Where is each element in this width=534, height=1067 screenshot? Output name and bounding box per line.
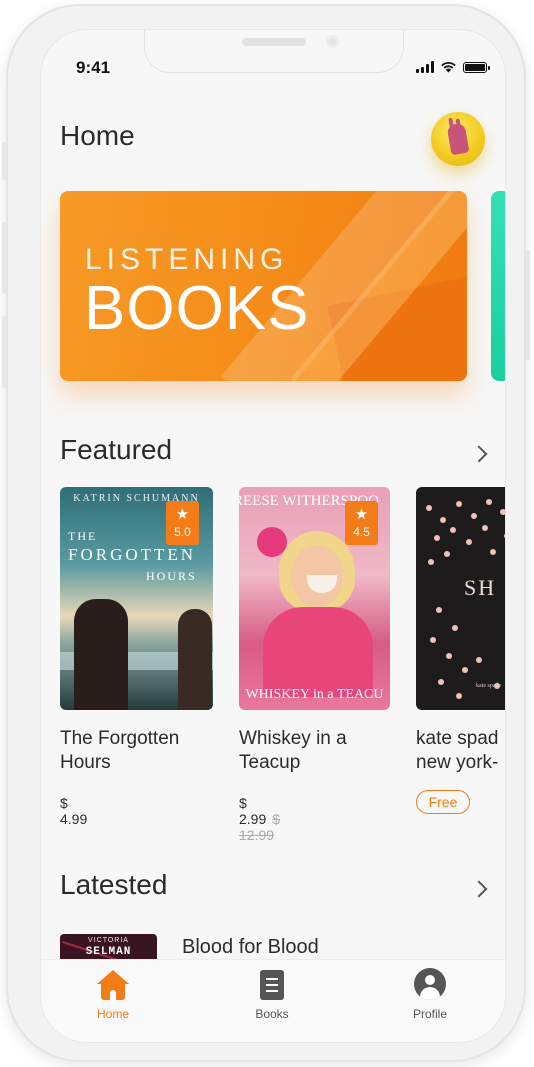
listening-books-banner[interactable]: LISTENING BOOKS	[60, 191, 467, 381]
tab-bar: Home Books Profile	[41, 959, 505, 1042]
tab-home[interactable]: Home	[63, 960, 163, 1042]
rating-badge: ★ 5.0	[166, 501, 199, 545]
confetti-dot	[438, 679, 444, 685]
silent-switch	[2, 142, 6, 180]
confetti-dot	[482, 525, 488, 531]
confetti-dot	[436, 607, 442, 613]
confetti-dot	[426, 505, 432, 511]
banner-line2: BOOKS	[84, 274, 310, 343]
free-badge: Free	[416, 790, 470, 814]
wifi-icon	[441, 62, 456, 73]
book-title: Whiskey in a Teacup	[239, 728, 347, 773]
volume-up-button	[2, 222, 6, 294]
next-banner-peek[interactable]	[491, 191, 505, 381]
book-price: $ 2.99 $ 12.99	[239, 795, 280, 843]
confetti-dot	[428, 559, 434, 565]
latest-title: Latested	[60, 869, 168, 900]
battery-icon	[463, 62, 490, 73]
volume-down-button	[2, 316, 6, 388]
cover-subtitle: WHISKEY in a TEACU	[245, 687, 384, 702]
star-icon: ★	[175, 505, 190, 523]
confetti-dot	[490, 549, 496, 555]
confetti-dot	[434, 535, 440, 541]
confetti-dot	[504, 533, 505, 539]
latest-chevron-right-icon[interactable]	[470, 880, 488, 898]
latest-book-title[interactable]: Blood for Blood	[182, 936, 319, 959]
confetti-dot	[494, 683, 500, 689]
notch	[144, 30, 404, 73]
cover-title-line2: FORGOTTEN	[68, 545, 197, 564]
book-price: $ 4.99	[60, 795, 88, 827]
cover-title: SH	[464, 575, 497, 600]
confetti-dot	[446, 653, 452, 659]
confetti-dot	[450, 527, 456, 533]
profile-icon	[414, 968, 446, 1000]
confetti-dot	[440, 517, 446, 523]
cover-title-line3: HOURS	[146, 569, 197, 583]
power-button	[526, 250, 530, 360]
confetti-dot	[471, 513, 477, 519]
avatar[interactable]	[431, 112, 485, 166]
speaker	[242, 38, 306, 46]
confetti-dot	[456, 693, 462, 699]
book-cover[interactable]: KATRIN SCHUMANN THE FORGOTTEN HOURS ★ 5.…	[60, 487, 213, 710]
tab-label: Home	[96, 1007, 129, 1021]
book-title: The Forgotten Hours	[60, 728, 180, 773]
status-time: 9:41	[76, 58, 111, 77]
cover-title-line1: THE	[68, 529, 98, 543]
tab-label: Books	[255, 1007, 289, 1021]
book-cover[interactable]: SH kate spade	[416, 487, 505, 710]
confetti-dot	[486, 499, 492, 505]
tab-label: Profile	[412, 1007, 447, 1021]
confetti-dot	[456, 501, 462, 507]
cover-author-last: SELMAN	[85, 946, 132, 958]
book-title: kate spad new york-	[416, 728, 499, 773]
confetti-dot	[466, 539, 472, 545]
cover-author-first: VICTORIA	[88, 937, 129, 944]
camera-icon	[326, 35, 339, 48]
hand-icon	[446, 122, 470, 156]
featured-title: Featured	[60, 434, 173, 465]
book-cover[interactable]: REESE WITHERSPOO WHISKEY in a TEACU ★ 4.…	[239, 487, 390, 710]
home-icon	[97, 970, 129, 1000]
confetti-dot	[476, 657, 482, 663]
confetti-dot	[452, 625, 458, 631]
featured-chevron-right-icon[interactable]	[470, 445, 488, 463]
books-icon	[260, 970, 284, 1000]
rating-badge: ★ 4.5	[345, 501, 378, 545]
phone-frame: 9:41 Home LISTENING BOOKS Featured KATRI…	[2, 4, 530, 1062]
tab-profile[interactable]: Profile	[380, 960, 480, 1042]
confetti-dot	[430, 637, 436, 643]
confetti-dot	[462, 667, 468, 673]
rating-value: 4.5	[353, 524, 370, 539]
banner-line1: LISTENING	[85, 243, 289, 276]
tab-books[interactable]: Books	[222, 960, 322, 1042]
status-icons	[416, 59, 490, 73]
star-icon: ★	[354, 505, 369, 523]
app-screen: 9:41 Home LISTENING BOOKS Featured KATRI…	[41, 30, 505, 1042]
signal-icon	[416, 61, 434, 73]
confetti-dot	[500, 509, 505, 515]
current-price: $ 2.99	[239, 795, 267, 827]
confetti-dot	[444, 551, 450, 557]
rating-value: 5.0	[174, 524, 191, 539]
page-title: Home	[60, 120, 135, 151]
